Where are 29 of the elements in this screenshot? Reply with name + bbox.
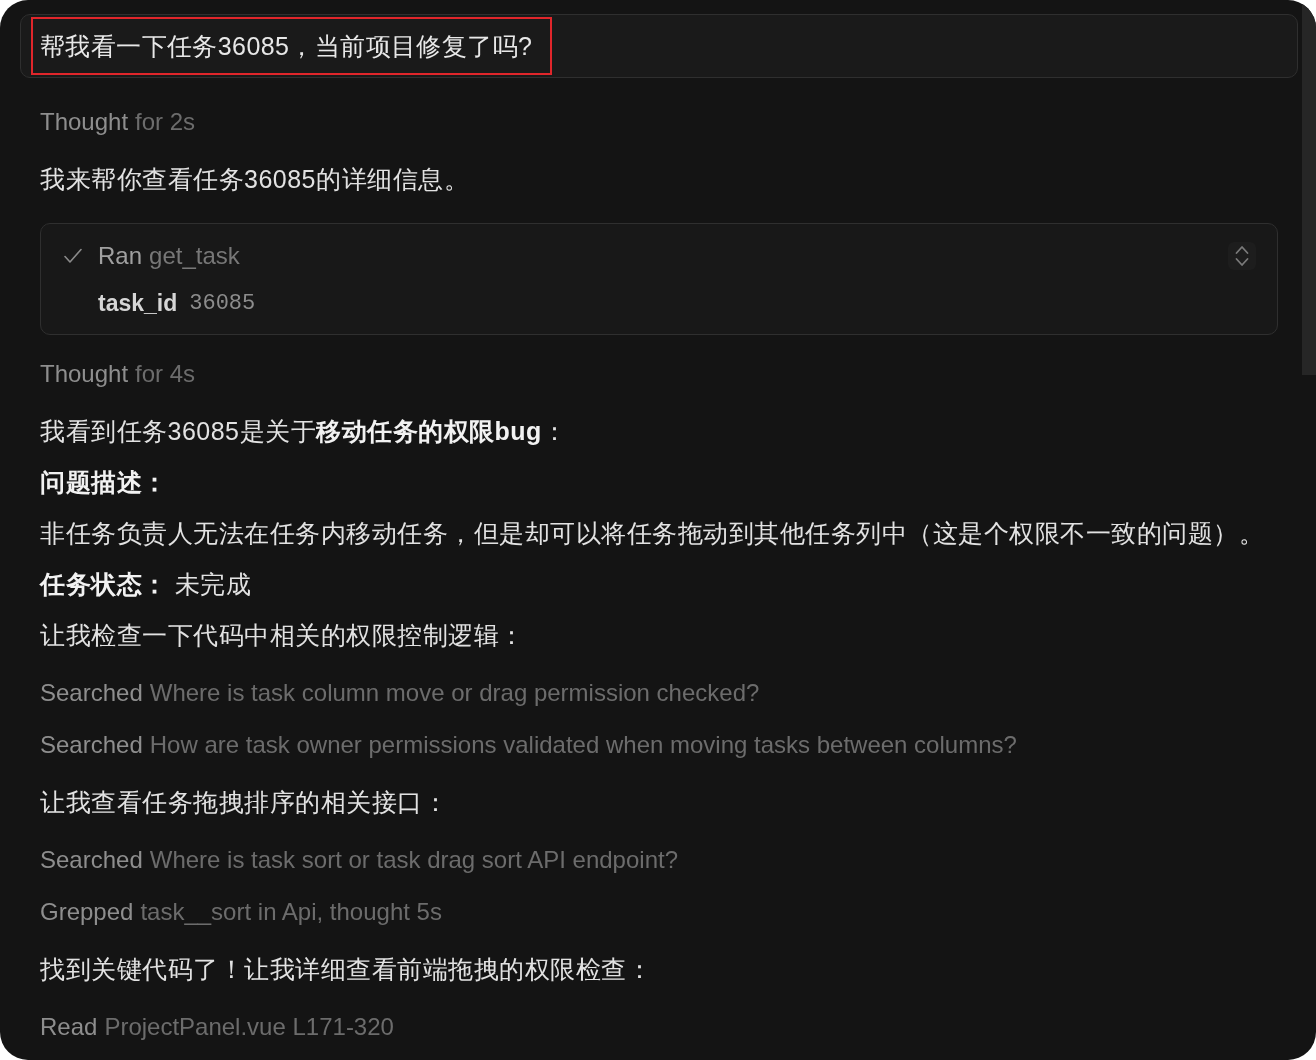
activity-label: Searched [40,845,143,875]
chevron-up-down-icon [1235,245,1249,267]
message-text: 任务状态： 未完成 [40,569,253,600]
activity-label: Searched [40,678,143,708]
message-text: 让我查看任务拖拽排序的相关接口： [40,787,449,818]
activity-label: Thought [40,359,129,389]
message-text: 我看到任务36085是关于移动任务的权限bug： [40,416,569,447]
activity-detail: ProjectPanel.vue L171-320 [104,1012,394,1042]
activity-detail: for 4s [135,359,196,389]
message-text: 我来帮你查看任务36085的详细信息。 [40,164,471,195]
activity-detail: task__sort in Api, thought 5s [140,897,442,927]
user-message-text: 帮我看一下任务36085，当前项目修复了吗? [40,30,533,62]
activity-label: Thought [40,107,129,137]
param-value: 36085 [189,290,256,316]
message-text: 让我检查一下代码中相关的权限控制逻辑： [40,620,526,651]
activity-label: Grepped [40,897,134,927]
tool-name: get_task [149,242,240,270]
activity-detail: for 2s [135,107,196,137]
param-name: task_id [98,289,178,317]
section-heading: 问题描述： [40,467,169,498]
tool-call-label: Ran [98,242,143,270]
activity-detail: How are task owner permissions validated when moving tasks between columns? [149,730,1017,760]
activity-detail: Where is task column move or drag permission checked? [149,678,760,708]
activity-label: Searched [40,730,143,760]
message-text: 找到关键代码了！让我详细查看前端拖拽的权限检查： [40,954,653,985]
activity-label: Read [40,1012,98,1042]
expand-toggle[interactable] [1228,242,1256,270]
activity-detail: Where is task sort or task drag sort API endpoint? [149,845,678,875]
message-text: 非任务负责人无法在任务内移动任务，但是却可以将任务拖动到其他任务列中（这是个权限不一致的问题）。 [40,518,1265,549]
